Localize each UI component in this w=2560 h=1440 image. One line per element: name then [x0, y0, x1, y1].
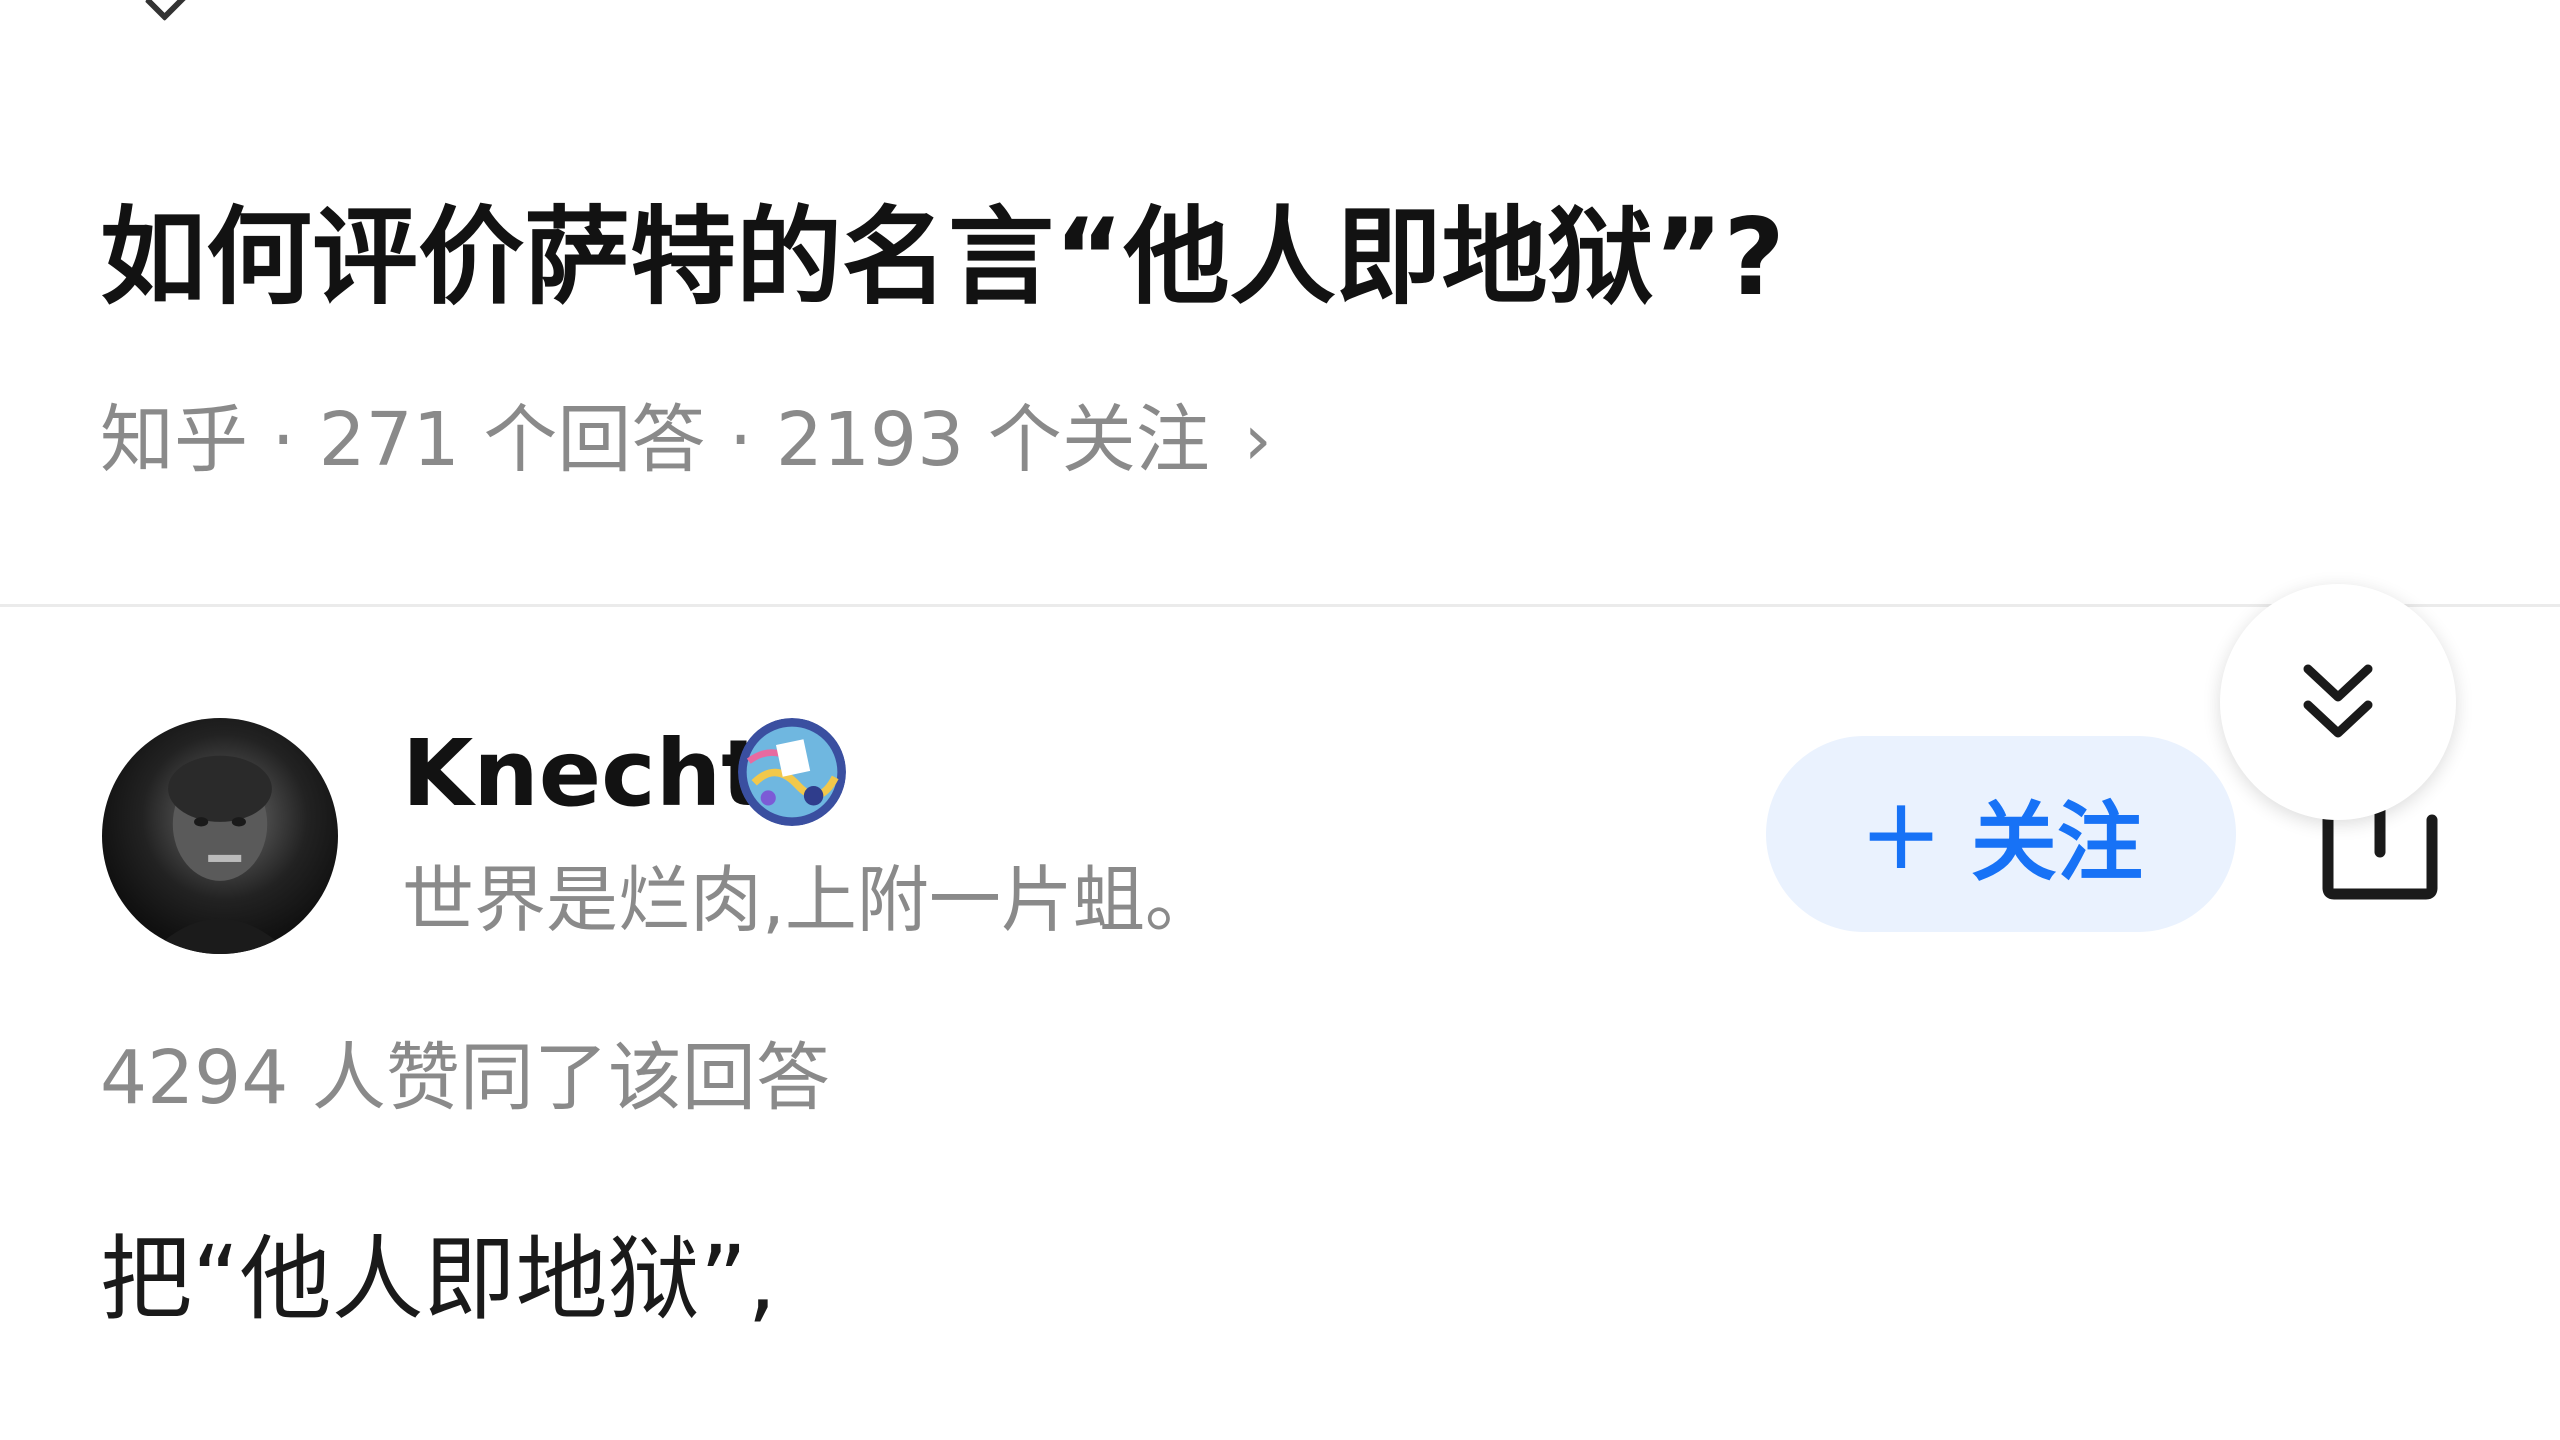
divider	[0, 604, 2560, 607]
double-chevron-down-icon	[2303, 664, 2373, 738]
answer-text[interactable]: 把“他人即地狱”,	[100, 1210, 777, 1350]
author-name[interactable]: Knecht	[402, 716, 765, 832]
question-meta-text: 知乎 · 271 个回答 · 2193 个关注	[100, 397, 1210, 483]
badge-icon	[738, 718, 846, 826]
collapse-button[interactable]	[2220, 584, 2456, 820]
back-arrow-icon[interactable]	[144, 0, 188, 22]
author-bio: 世界是烂肉,上附一片蛆。	[402, 858, 1217, 942]
question-meta[interactable]: 知乎 · 271 个回答 · 2193 个关注 ›	[100, 392, 1272, 488]
question-title[interactable]: 如何评价萨特的名言“他人即地狱”?	[100, 178, 1785, 338]
plus-icon: +	[1859, 775, 1943, 892]
vote-count: 4294 人赞同了该回答	[100, 1035, 830, 1121]
follow-button-label: 关注	[1970, 792, 2143, 893]
chevron-right-icon: ›	[1243, 399, 1272, 481]
avatar[interactable]	[102, 718, 338, 954]
follow-button[interactable]: + 关注	[1766, 736, 2236, 932]
